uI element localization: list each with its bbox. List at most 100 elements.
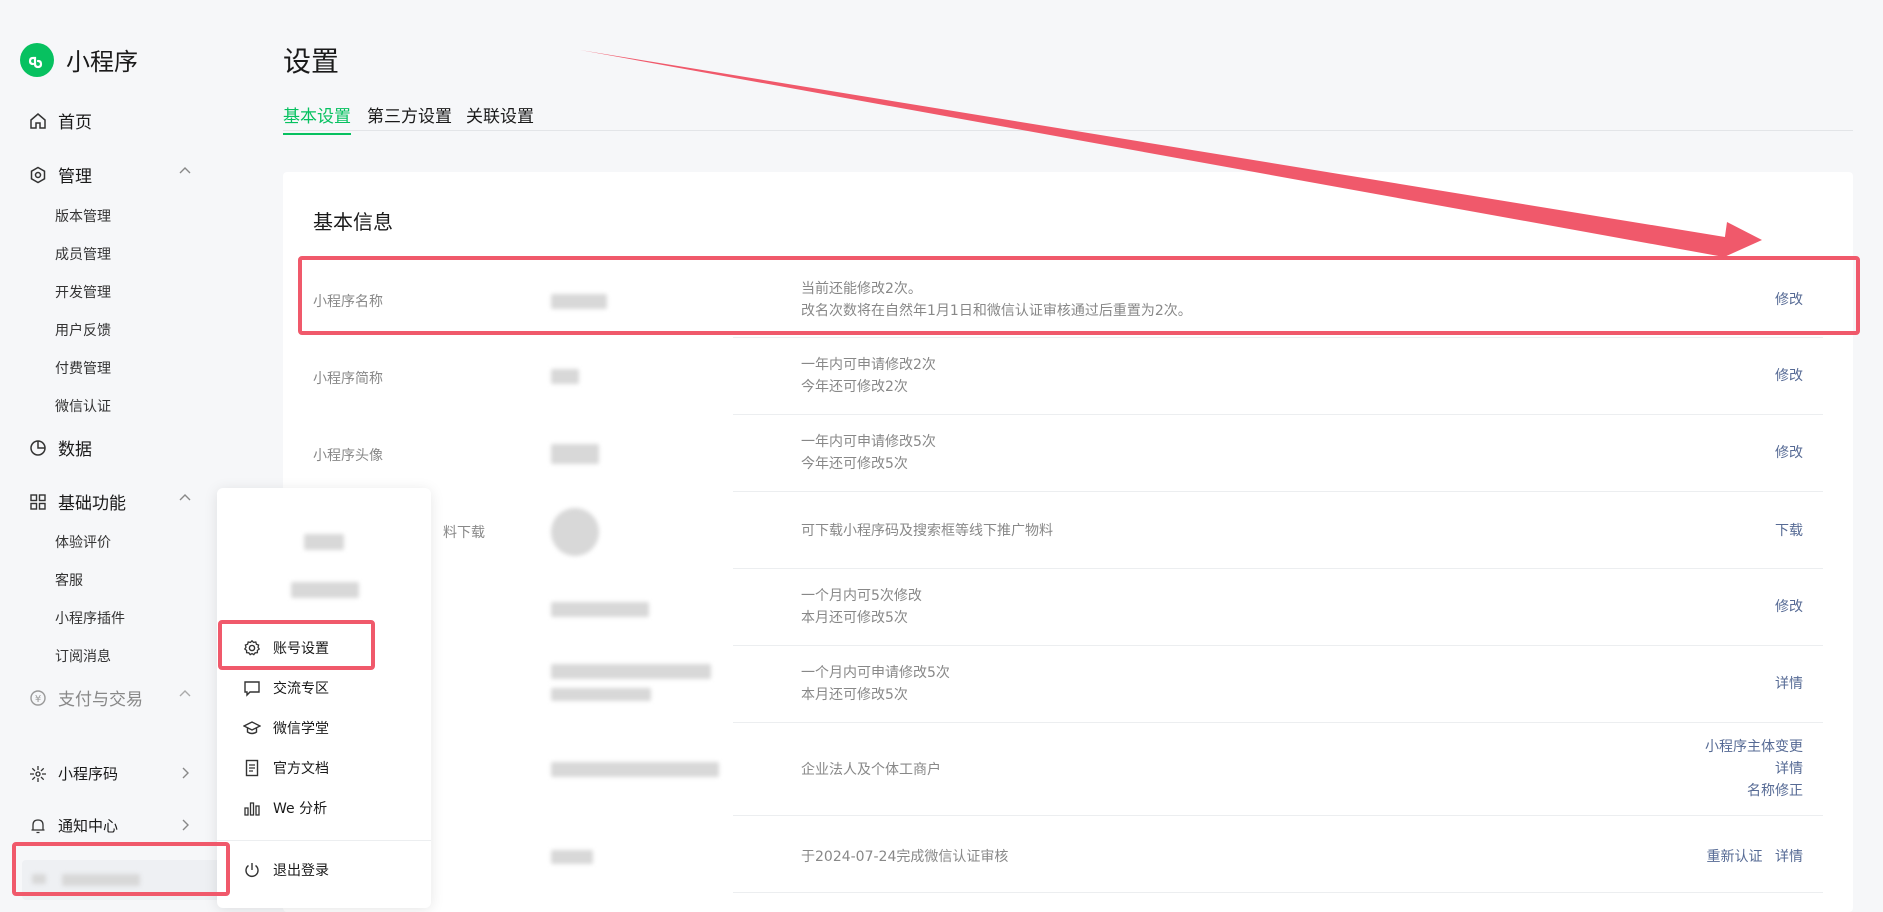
community-label: 交流专区: [273, 681, 329, 697]
row-entity: 企业法人及个体工商户 小程序主体变更 详情 名称修正: [313, 723, 1823, 816]
official-docs-label: 官方文档: [273, 761, 329, 777]
reverify-link[interactable]: 重新认证: [1707, 849, 1763, 865]
nav-user-feedback[interactable]: 用户反馈: [55, 320, 111, 340]
nav-wechat-verify[interactable]: 微信认证: [55, 396, 111, 416]
name-correction-link[interactable]: 名称修正: [1705, 780, 1803, 802]
nav-payment-manage[interactable]: 付费管理: [55, 358, 111, 378]
settings-tabs: 基本设置 第三方设置 关联设置: [283, 102, 1853, 135]
card-title: 基本信息: [313, 210, 393, 234]
value-redacted: [551, 602, 649, 617]
miniprogram-logo-icon: [20, 42, 54, 77]
chevron-up-icon[interactable]: [178, 163, 192, 182]
grid-icon: [28, 492, 48, 512]
row-desc: 于2024-07-24完成微信认证审核: [801, 849, 1009, 865]
we-analytics-item[interactable]: We 分析: [243, 798, 327, 818]
row-label: 小程序头像: [313, 448, 383, 464]
app-name: 小程序: [66, 48, 138, 76]
nav-notify-label: 通知中心: [58, 817, 119, 835]
chevron-up-icon[interactable]: [178, 686, 192, 705]
svg-text:¥: ¥: [35, 694, 41, 705]
row-desc: 可下载小程序码及搜索框等线下推广物料: [801, 523, 1053, 539]
tab-basic-settings[interactable]: 基本设置: [283, 102, 351, 135]
tab-linked-settings[interactable]: 关联设置: [466, 102, 534, 133]
account-popup-menu: 账号设置 交流专区 微信学堂 官方文档 We 分析 退出登录: [217, 488, 431, 908]
value-redacted: [551, 850, 593, 864]
highlight-box-name-row: [298, 256, 1860, 335]
desc-line: 一年内可申请修改2次: [801, 357, 936, 373]
tab-third-party-settings[interactable]: 第三方设置: [367, 102, 452, 133]
power-icon: [243, 861, 261, 879]
nav-experience-review[interactable]: 体验评价: [55, 532, 111, 552]
chevron-up-icon[interactable]: [178, 490, 192, 509]
nav-basic-features[interactable]: 基础功能: [28, 489, 126, 514]
row-desc: 一年内可申请修改2次 今年还可修改2次: [801, 354, 936, 398]
edit-link[interactable]: 修改: [1775, 596, 1803, 618]
nav-manage[interactable]: 管理: [28, 162, 92, 187]
value-redacted: [551, 762, 719, 777]
desc-line: 一个月内可申请修改5次: [801, 665, 950, 681]
nav-home-label: 首页: [58, 113, 92, 133]
row-materials: 料下载 可下载小程序码及搜索框等线下推广物料 下载: [313, 492, 1823, 569]
nav-plugins[interactable]: 小程序插件: [55, 608, 125, 628]
desc-line: 今年还可修改2次: [801, 379, 908, 395]
chat-bubble-icon: [243, 679, 261, 697]
download-link[interactable]: 下载: [1775, 520, 1803, 542]
menu-divider: [217, 840, 431, 841]
highlight-box-account-trigger: [12, 842, 230, 896]
nav-data-label: 数据: [58, 440, 92, 460]
row-verification: 于2024-07-24完成微信认证审核 重新认证 详情: [313, 816, 1823, 893]
nav-pay-label: 支付与交易: [58, 690, 143, 710]
document-icon: [243, 759, 261, 777]
nav-dev-manage[interactable]: 开发管理: [55, 282, 111, 302]
nav-qrcode-label: 小程序码: [58, 765, 119, 783]
verify-actions: 重新认证 详情: [1707, 846, 1803, 868]
bell-icon: [28, 816, 48, 836]
wechat-academy-label: 微信学堂: [273, 721, 329, 737]
community-item[interactable]: 交流专区: [243, 678, 329, 698]
desc-line: 本月还可修改5次: [801, 687, 908, 703]
sunburst-code-icon: [28, 764, 48, 784]
row-label: 小程序简称: [313, 371, 383, 387]
nav-customer-service[interactable]: 客服: [55, 570, 83, 590]
value-redacted: [551, 664, 711, 679]
logout-item[interactable]: 退出登录: [243, 860, 329, 880]
row-desc: 企业法人及个体工商户: [801, 762, 941, 778]
nav-basic-label: 基础功能: [58, 494, 126, 514]
sidebar: 小程序 首页 管理 版本管理 成员管理 开发管理 用户反馈 付费管理 微信认证 …: [0, 0, 230, 904]
entity-change-link[interactable]: 小程序主体变更: [1705, 736, 1803, 758]
row-desc: 一个月内可5次修改 本月还可修改5次: [801, 585, 922, 629]
qrcode-redacted: [551, 508, 599, 556]
details-link[interactable]: 详情: [1775, 849, 1803, 865]
details-link[interactable]: 详情: [1775, 673, 1803, 695]
nav-member-manage[interactable]: 成员管理: [55, 244, 111, 264]
desc-line: 一年内可申请修改5次: [801, 434, 936, 450]
graduation-cap-icon: [243, 719, 261, 737]
nav-home[interactable]: 首页: [28, 108, 92, 133]
app-logo[interactable]: 小程序: [20, 42, 138, 77]
details-link[interactable]: 详情: [1705, 758, 1803, 780]
wechat-academy-item[interactable]: 微信学堂: [243, 718, 329, 738]
value-redacted: [551, 369, 579, 384]
chevron-right-icon[interactable]: [178, 765, 192, 784]
row-short-name: 小程序简称 一年内可申请修改2次 今年还可修改2次 修改: [313, 338, 1823, 415]
nav-manage-label: 管理: [58, 167, 92, 187]
nav-payment-trade[interactable]: ¥ 支付与交易: [28, 685, 143, 710]
official-docs-item[interactable]: 官方文档: [243, 758, 329, 778]
row-desc: 一年内可申请修改5次 今年还可修改5次: [801, 431, 936, 475]
row-label: 料下载: [443, 525, 485, 541]
home-icon: [28, 111, 48, 131]
avatar-redacted: [551, 444, 599, 464]
highlight-box-account-settings: [218, 620, 375, 670]
logout-label: 退出登录: [273, 863, 329, 879]
nav-subscribe-messages[interactable]: 订阅消息: [55, 646, 111, 666]
desc-line: 本月还可修改5次: [801, 610, 908, 626]
chevron-right-icon[interactable]: [178, 817, 192, 836]
edit-link[interactable]: 修改: [1775, 365, 1803, 387]
edit-link[interactable]: 修改: [1775, 442, 1803, 464]
nav-data[interactable]: 数据: [28, 435, 92, 460]
row-info-6: 一个月内可申请修改5次 本月还可修改5次 详情: [313, 646, 1823, 723]
nav-notify-center[interactable]: 通知中心: [28, 815, 118, 836]
nav-qrcode[interactable]: 小程序码: [28, 763, 118, 784]
nav-version-manage[interactable]: 版本管理: [55, 206, 111, 226]
desc-line: 今年还可修改5次: [801, 456, 908, 472]
